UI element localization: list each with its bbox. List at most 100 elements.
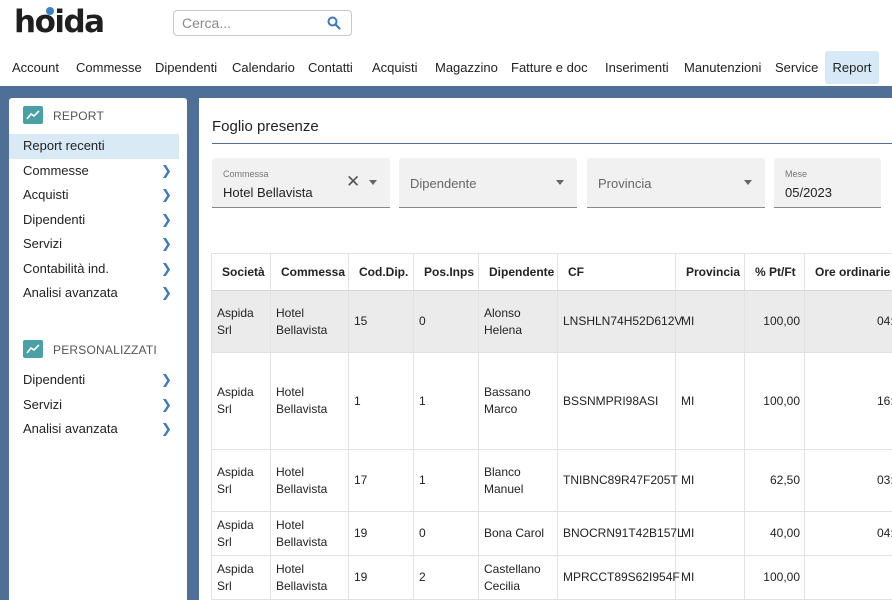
cell-societa: Aspida Srl xyxy=(211,555,271,600)
cell-cf: BSSNMPRI98ASI xyxy=(557,352,676,450)
app-logo[interactable]: hoida xyxy=(14,4,105,40)
table-row[interactable]: Aspida Srl Hotel Bellavista 19 0 Bona Ca… xyxy=(211,511,892,556)
nav-item-report[interactable]: Report xyxy=(825,51,879,84)
sidebar-item-commesse[interactable]: Commesse ❯ xyxy=(9,159,179,184)
cell-cod-dip: 1 xyxy=(348,352,414,450)
column-header[interactable]: Commessa xyxy=(270,253,349,291)
chevron-right-icon: ❯ xyxy=(161,372,172,387)
nav-item-calendario[interactable]: Calendario xyxy=(232,50,295,86)
search-icon[interactable] xyxy=(327,16,341,30)
sidebar-item-label: Contabilità ind. xyxy=(23,260,109,276)
chevron-down-icon[interactable] xyxy=(556,180,564,185)
table-row[interactable]: Aspida Srl Hotel Bellavista 19 2 Castell… xyxy=(211,555,892,600)
mese-field[interactable]: Mese 05/2023 xyxy=(774,158,881,208)
sidebar-item-report-recenti[interactable]: Report recenti xyxy=(9,134,179,159)
nav-item-acquisti[interactable]: Acquisti xyxy=(372,50,418,86)
nav-item-dipendenti[interactable]: Dipendenti xyxy=(155,50,217,86)
clear-icon[interactable]: ✕ xyxy=(346,172,360,192)
sidebar-item-analisi[interactable]: Analisi avanzata ❯ xyxy=(9,281,179,306)
presence-table-container: Società Commessa Cod.Dip. Pos.Inps Dipen… xyxy=(211,253,892,600)
cell-pos-inps: 1 xyxy=(413,352,479,450)
provincia-placeholder: Provincia xyxy=(598,176,652,191)
sidebar-report-section: REPORT Report recenti Commesse ❯ Acquisti… xyxy=(9,98,187,306)
sidebar-item-acquisti[interactable]: Acquisti ❯ xyxy=(9,183,179,208)
nav-item-magazzino[interactable]: Magazzino xyxy=(435,50,498,86)
table-row[interactable]: Aspida Srl Hotel Bellavista 1 1 Bassano … xyxy=(211,352,892,450)
cell-ore: 16:15 xyxy=(804,352,892,450)
cell-cod-dip: 15 xyxy=(348,290,414,353)
logo-dot xyxy=(46,7,54,15)
cell-ore: 04:40 xyxy=(804,290,892,353)
nav-item-manutenzioni[interactable]: Manutenzioni xyxy=(684,50,761,86)
column-header[interactable]: Cod.Dip. xyxy=(348,253,414,291)
chart-icon xyxy=(23,340,43,358)
table-header-row: Società Commessa Cod.Dip. Pos.Inps Dipen… xyxy=(211,253,892,291)
chevron-down-icon[interactable] xyxy=(369,180,377,185)
cell-cod-dip: 17 xyxy=(348,449,414,512)
cell-cod-dip: 19 xyxy=(348,511,414,556)
column-header[interactable]: % Pt/Ft xyxy=(744,253,805,291)
table-row[interactable]: Aspida Srl Hotel Bellavista 17 1 Blanco … xyxy=(211,449,892,512)
cell-commessa: Hotel Bellavista xyxy=(270,290,349,353)
sidebar-item-label: Dipendenti xyxy=(23,372,86,387)
cell-dipendente: Alonso Helena xyxy=(478,290,558,353)
column-header[interactable]: CF xyxy=(557,253,676,291)
commessa-label: Commessa xyxy=(223,169,269,179)
chevron-down-icon[interactable] xyxy=(744,180,752,185)
column-header[interactable]: Dipendente xyxy=(478,253,558,291)
sidebar: REPORT Report recenti Commesse ❯ Acquisti… xyxy=(9,98,187,600)
cell-pt-ft: 100,00 xyxy=(744,555,805,600)
title-divider xyxy=(212,143,892,144)
column-header[interactable]: Provincia xyxy=(675,253,745,291)
search-box xyxy=(173,10,352,36)
nav-item-account[interactable]: Account xyxy=(12,50,59,86)
mese-value: 05/2023 xyxy=(785,185,832,200)
provincia-select[interactable]: Provincia xyxy=(587,158,765,208)
sidebar-item-servizi[interactable]: Servizi ❯ xyxy=(9,232,179,257)
cell-pos-inps: 0 xyxy=(413,511,479,556)
sidebar-item-custom-servizi[interactable]: Servizi ❯ xyxy=(9,393,179,418)
nav-item-service[interactable]: Service xyxy=(775,50,818,86)
mese-label: Mese xyxy=(785,169,808,179)
cell-pt-ft: 40,00 xyxy=(744,511,805,556)
cell-commessa: Hotel Bellavista xyxy=(270,449,349,512)
sidebar-item-label: Servizi xyxy=(23,396,63,412)
cell-cf: MPRCCT89S62I954F xyxy=(557,555,680,600)
main-nav: Account Commesse Dipendenti Calendario C… xyxy=(0,50,892,86)
sidebar-item-custom-dipendenti[interactable]: Dipendenti ❯ xyxy=(9,368,179,393)
cell-societa: Aspida Srl xyxy=(211,449,271,512)
column-header[interactable]: Ore ordinarie xyxy=(804,253,892,291)
chevron-right-icon: ❯ xyxy=(161,285,172,300)
chevron-right-icon: ❯ xyxy=(161,211,172,227)
sidebar-item-dipendenti[interactable]: Dipendenti ❯ xyxy=(9,208,179,233)
column-header[interactable]: Pos.Inps xyxy=(413,253,479,291)
sidebar-item-label: Acquisti xyxy=(23,187,69,202)
chevron-right-icon: ❯ xyxy=(161,260,172,276)
nav-item-contatti[interactable]: Contatti xyxy=(308,50,353,86)
dipendente-select[interactable]: Dipendente xyxy=(399,158,577,208)
sidebar-custom-section: PERSONALIZZATI Dipendenti ❯ Servizi ❯ Anal… xyxy=(9,332,187,442)
sidebar-item-label: Analisi avanzata xyxy=(23,285,118,300)
nav-item-fatture[interactable]: Fatture e doc xyxy=(511,50,588,86)
chevron-right-icon: ❯ xyxy=(161,162,172,178)
cell-dipendente: Bassano Marco xyxy=(478,352,558,450)
nav-item-commesse[interactable]: Commesse xyxy=(76,50,142,86)
cell-commessa: Hotel Bellavista xyxy=(270,511,349,556)
column-header[interactable]: Società xyxy=(211,253,271,291)
cell-dipendente: Blanco Manuel xyxy=(478,449,558,512)
cell-provincia: MI xyxy=(675,511,745,556)
sidebar-item-custom-analisi[interactable]: Analisi avanzata ❯ xyxy=(9,417,179,442)
cell-cf: LNSHLN74H52D612V xyxy=(557,290,682,353)
commessa-select[interactable]: Commessa Hotel Bellavista ✕ xyxy=(212,158,390,208)
sidebar-report-title: REPORT xyxy=(53,109,104,123)
sidebar-item-contabilita[interactable]: Contabilità ind. ❯ xyxy=(9,257,179,282)
cell-cf: TNIBNC89R47F205T xyxy=(557,449,678,512)
sidebar-item-label: Commesse xyxy=(23,162,89,178)
search-input[interactable] xyxy=(182,13,322,33)
table-row[interactable]: Aspida Srl Hotel Bellavista 15 0 Alonso … xyxy=(211,290,892,353)
top-header: hoida xyxy=(0,0,892,48)
chevron-right-icon: ❯ xyxy=(161,187,172,202)
nav-item-inserimenti[interactable]: Inserimenti xyxy=(605,50,669,86)
cell-pt-ft: 100,00 xyxy=(744,290,805,353)
chevron-right-icon: ❯ xyxy=(161,421,172,436)
